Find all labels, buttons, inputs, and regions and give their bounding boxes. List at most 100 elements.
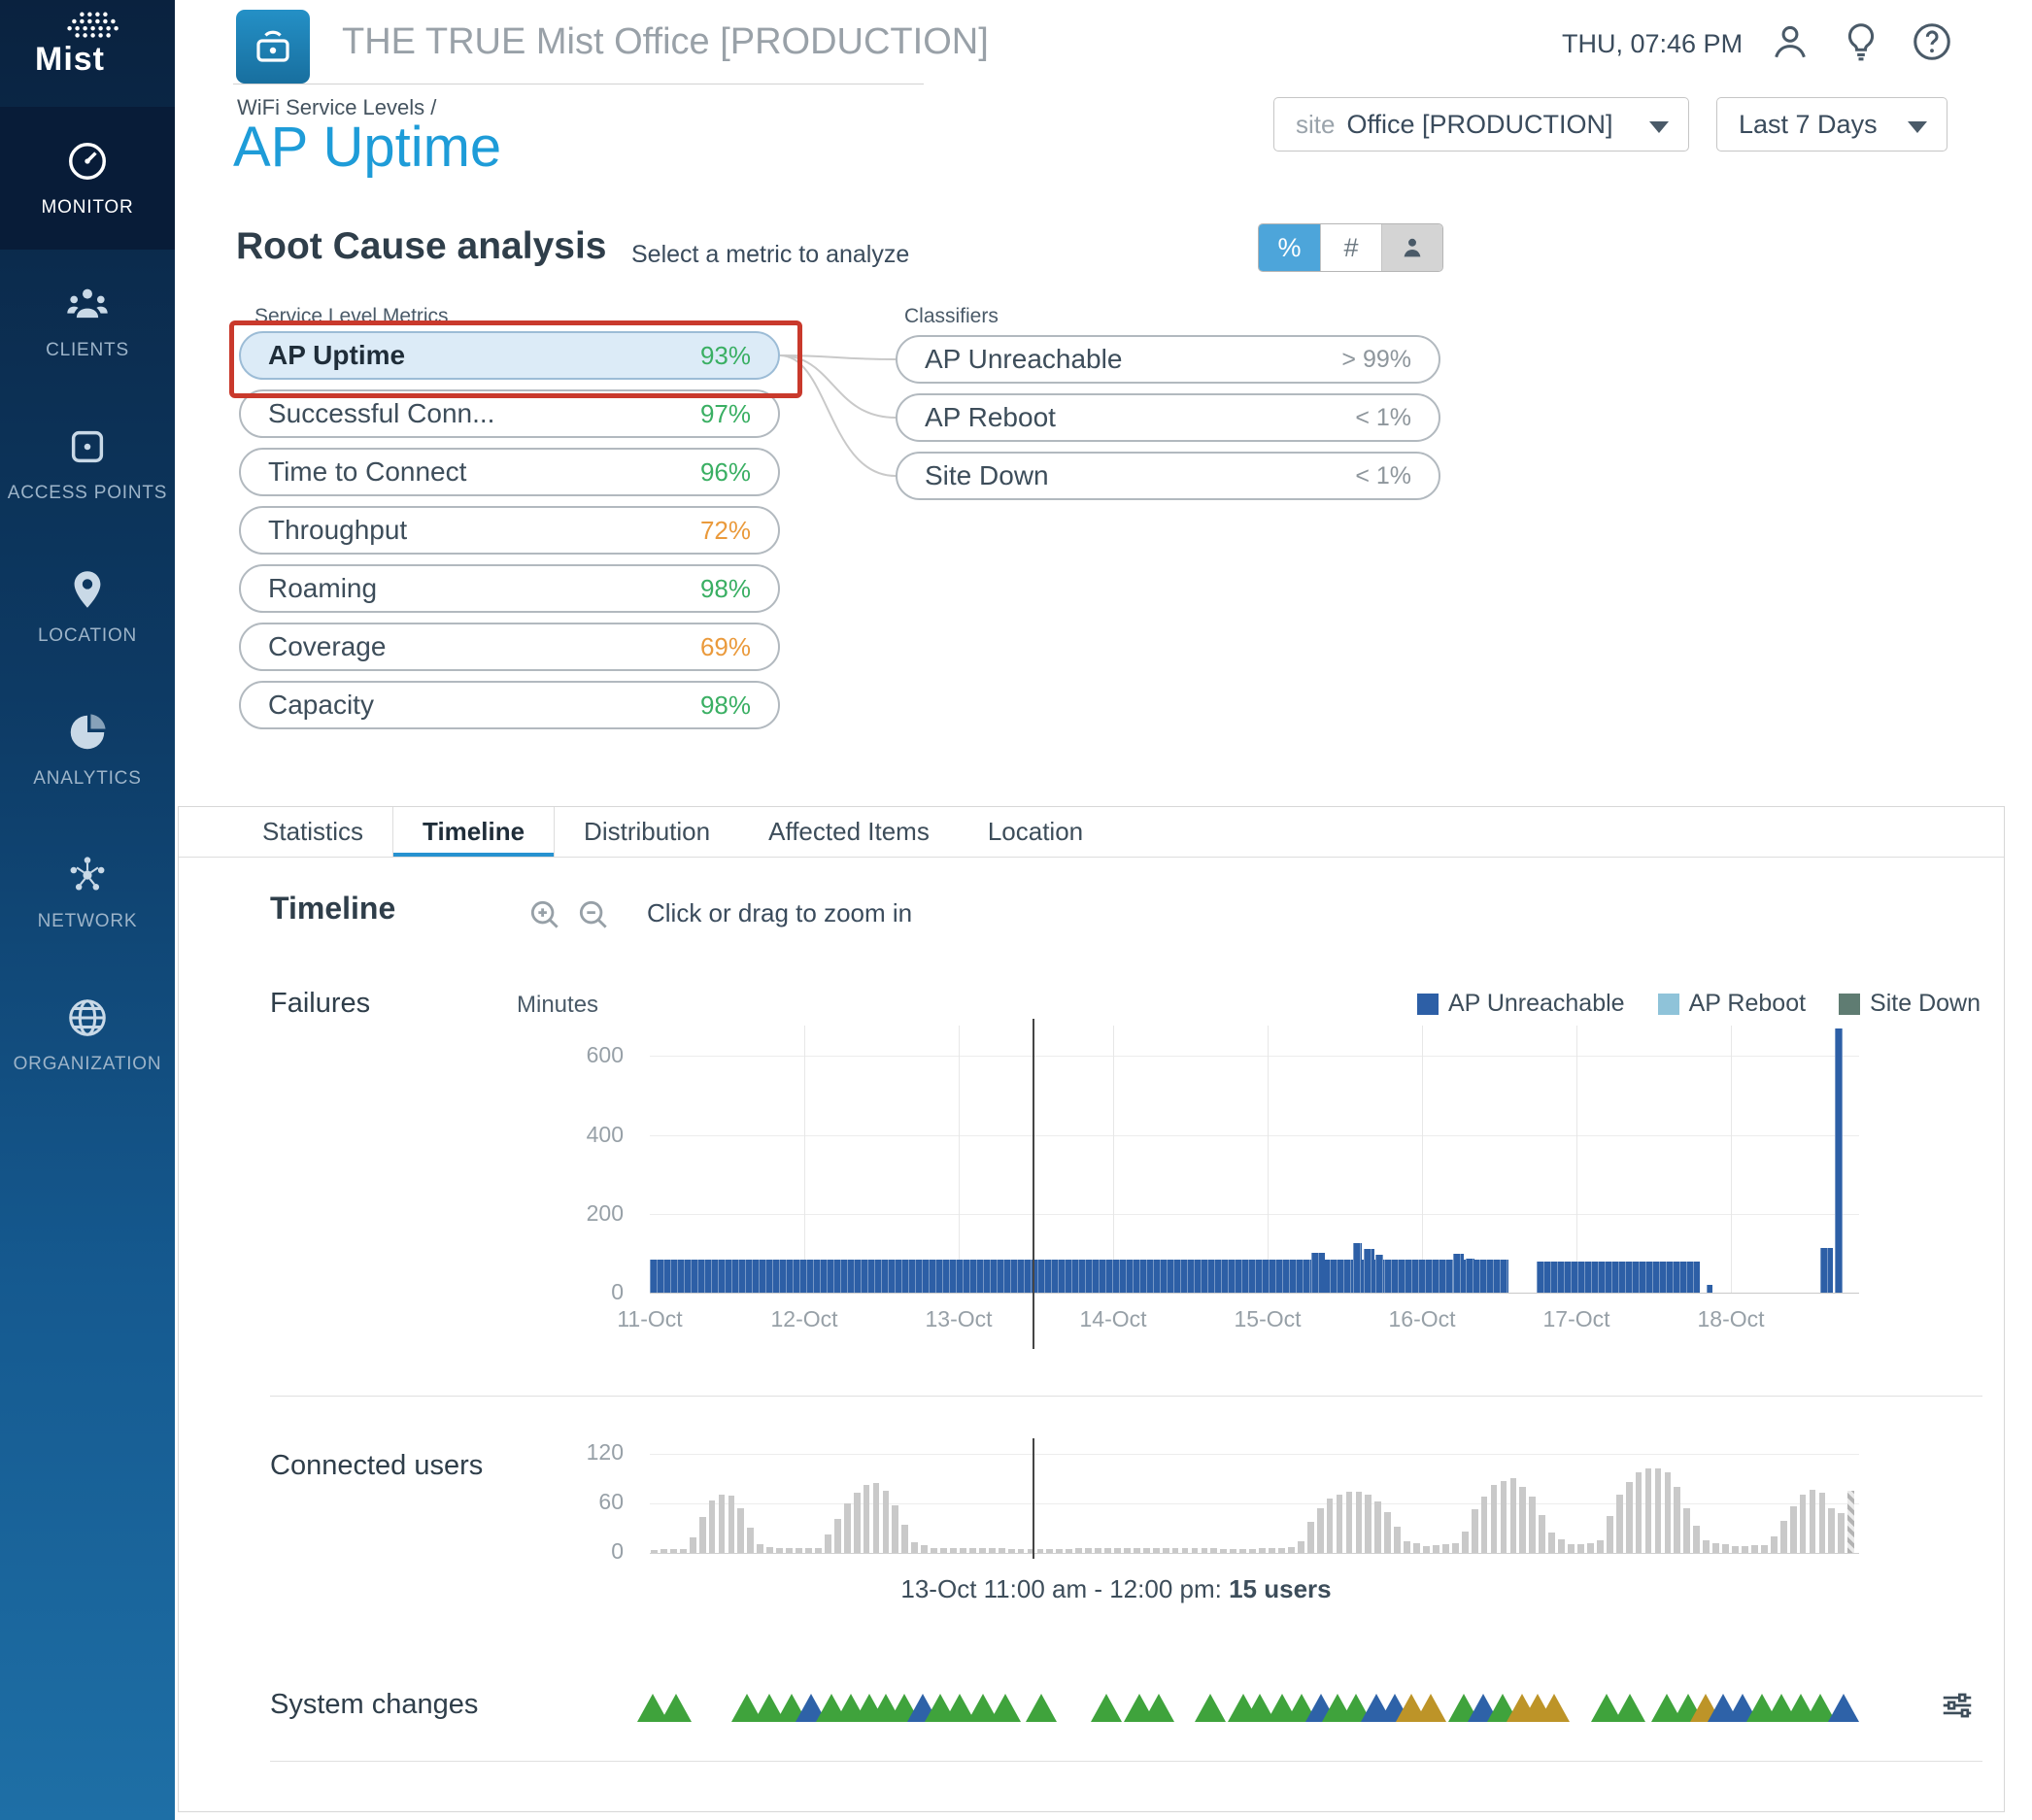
mist-logo[interactable]: Mist	[0, 0, 175, 107]
connected-users-bar	[1153, 1548, 1160, 1553]
connected-users-bar	[1810, 1490, 1816, 1553]
whats-new-button[interactable]	[1839, 19, 1883, 64]
system-change-marker[interactable]	[990, 1694, 1021, 1722]
system-change-marker[interactable]	[1415, 1694, 1446, 1722]
zoom-out-button[interactable]	[575, 896, 612, 933]
system-change-marker[interactable]	[660, 1694, 692, 1722]
view-toggle-count-button[interactable]: #	[1320, 224, 1381, 271]
metric-pill-roaming[interactable]: Roaming98%	[239, 564, 780, 613]
gridline-v	[1576, 1026, 1577, 1293]
view-toggle-percent-button[interactable]: %	[1259, 224, 1320, 271]
connected-users-bar	[979, 1548, 986, 1553]
connected-users-bar	[1288, 1547, 1295, 1553]
x-tick-label: 15-Oct	[1234, 1306, 1301, 1332]
sidebar-item-location[interactable]: LOCATION	[0, 535, 175, 678]
classifier-pill-site-down[interactable]: Site Down< 1%	[896, 452, 1440, 500]
access-point-icon	[65, 424, 110, 469]
failures-bar	[1353, 1243, 1363, 1294]
connected-users-bar	[1790, 1506, 1797, 1553]
connected-users-bar	[1577, 1544, 1584, 1553]
connected-users-bar	[1220, 1549, 1227, 1554]
connected-users-bar	[766, 1547, 773, 1553]
y-tick-label: 0	[611, 1538, 624, 1565]
system-change-marker[interactable]	[1091, 1694, 1122, 1722]
metric-pill-ap-uptime[interactable]: AP Uptime93%	[239, 331, 780, 380]
legend-swatch	[1658, 994, 1679, 1015]
connected-users-bar	[1529, 1497, 1536, 1553]
connected-users-bar	[854, 1493, 861, 1553]
metric-pill-time-to-connect[interactable]: Time to Connect96%	[239, 448, 780, 496]
connected-users-bar	[1645, 1468, 1652, 1553]
zoom-hint: Click or drag to zoom in	[647, 898, 912, 928]
connected-users-bar	[999, 1548, 1005, 1553]
root-cause-subtitle: Select a metric to analyze	[631, 241, 909, 269]
account-button[interactable]	[1768, 19, 1812, 64]
sidebar-item-access-points[interactable]: ACCESS POINTS	[0, 392, 175, 535]
connected-users-bar	[815, 1548, 822, 1553]
timeline-heading: Timeline	[270, 891, 395, 927]
system-change-marker[interactable]	[1539, 1694, 1570, 1722]
connected-users-bar	[1230, 1549, 1236, 1553]
x-tick-label: 12-Oct	[770, 1306, 837, 1332]
connected-users-bar	[1192, 1548, 1199, 1553]
system-changes-filter-button[interactable]	[1939, 1687, 1976, 1724]
tab-affected-items[interactable]: Affected Items	[739, 807, 959, 857]
metric-pill-coverage[interactable]: Coverage69%	[239, 623, 780, 671]
chevron-down-icon	[1908, 121, 1927, 133]
gridline-v	[1422, 1026, 1423, 1293]
tab-distribution[interactable]: Distribution	[555, 807, 739, 857]
connected-users-bar	[873, 1483, 880, 1554]
sidebar-item-monitor[interactable]: MONITOR	[0, 107, 175, 250]
connected-users-bar	[825, 1534, 831, 1554]
connected-users-bar	[786, 1548, 793, 1553]
connected-users-bar	[1249, 1549, 1256, 1553]
x-tick-label: 13-Oct	[925, 1306, 992, 1332]
connected-users-plot	[650, 1446, 1859, 1554]
metric-pill-throughput[interactable]: Throughput72%	[239, 506, 780, 555]
connected-users-bar	[1163, 1548, 1169, 1553]
system-change-marker[interactable]	[1195, 1694, 1226, 1722]
classifier-label: AP Unreachable	[925, 344, 1122, 375]
zoom-in-button[interactable]	[526, 896, 563, 933]
connected-users-bar	[1481, 1497, 1488, 1553]
sidebar-item-clients[interactable]: CLIENTS	[0, 250, 175, 392]
classifier-pill-ap-unreachable[interactable]: AP Unreachable > 99%	[896, 335, 1440, 384]
connected-users-bar	[1413, 1543, 1420, 1553]
connected-users-bar	[1703, 1540, 1710, 1554]
tab-location[interactable]: Location	[959, 807, 1112, 857]
connected-users-bar	[1472, 1509, 1478, 1553]
help-button[interactable]	[1910, 19, 1954, 64]
system-change-marker[interactable]	[1026, 1694, 1057, 1722]
gridline-h	[650, 1056, 1859, 1057]
connected-users-bar	[892, 1505, 898, 1553]
failures-bar	[1835, 1028, 1843, 1293]
view-toggle-user-button[interactable]	[1381, 224, 1442, 271]
sidebar-item-analytics[interactable]: ANALYTICS	[0, 678, 175, 821]
connected-users-bar	[931, 1548, 937, 1553]
site-select[interactable]: site Office [PRODUCTION]	[1273, 97, 1689, 152]
classifier-value: > 99%	[1341, 346, 1411, 374]
tab-statistics[interactable]: Statistics	[233, 807, 392, 857]
connected-users-bar	[1800, 1495, 1807, 1553]
sidebar-item-organization[interactable]: ORGANIZATION	[0, 963, 175, 1106]
metric-label: Coverage	[268, 631, 386, 662]
system-change-marker[interactable]	[1614, 1694, 1645, 1722]
failures-bar	[1311, 1253, 1325, 1293]
date-range-select[interactable]: Last 7 Days	[1716, 97, 1947, 152]
sidebar-item-network[interactable]: NETWORK	[0, 821, 175, 963]
connected-users-bar	[1278, 1548, 1285, 1553]
tab-timeline[interactable]: Timeline	[392, 807, 555, 857]
connected-users-bar	[1269, 1548, 1275, 1553]
connected-users-bar	[1259, 1548, 1266, 1553]
system-change-marker[interactable]	[1828, 1694, 1859, 1722]
y-tick-label: 0	[611, 1279, 624, 1305]
connected-users-bar	[1346, 1492, 1353, 1553]
mist-logo-text: Mist	[35, 41, 105, 79]
metric-pill-capacity[interactable]: Capacity98%	[239, 681, 780, 729]
legend-swatch	[1417, 994, 1439, 1015]
sidebar-item-label: CLIENTS	[46, 340, 129, 361]
system-change-marker[interactable]	[1143, 1694, 1174, 1722]
metric-pill-successful-conn[interactable]: Successful Conn...97%	[239, 389, 780, 438]
classifier-pill-ap-reboot[interactable]: AP Reboot< 1%	[896, 393, 1440, 442]
metrics-list-label: Service Level Metrics	[254, 305, 449, 328]
